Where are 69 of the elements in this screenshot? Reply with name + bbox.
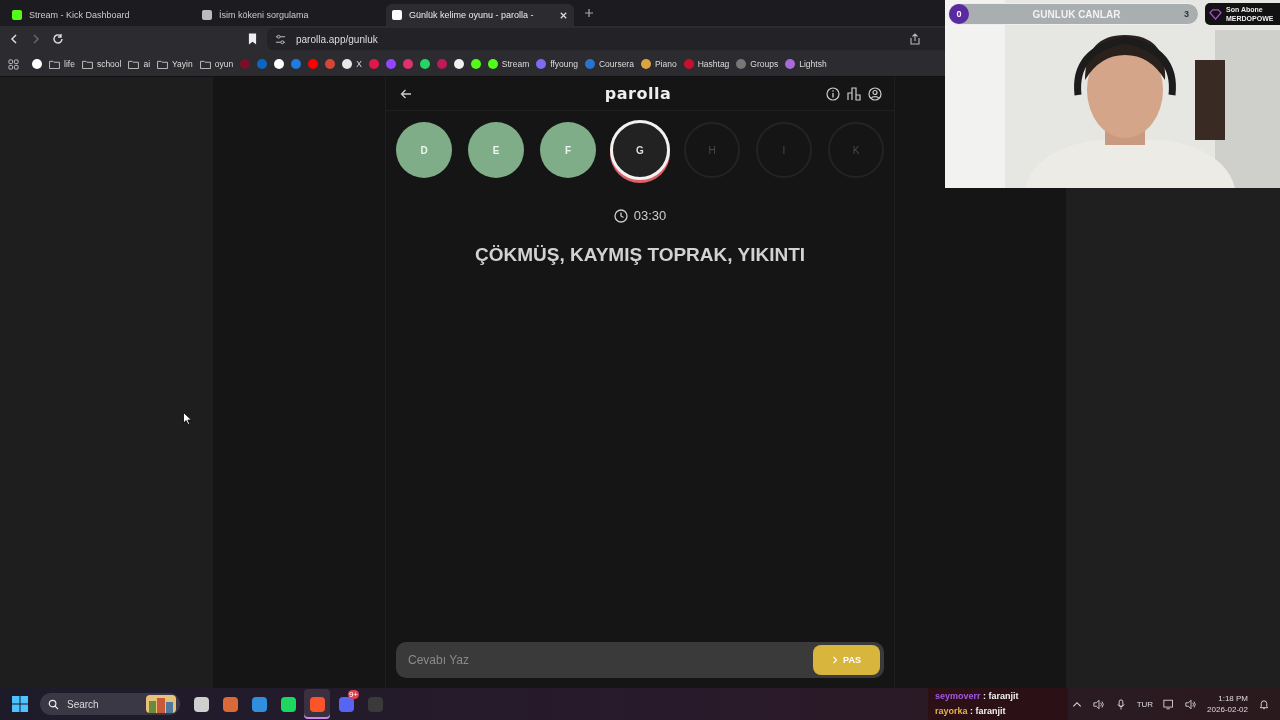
folder-icon xyxy=(199,59,211,69)
clock-date: 2026-02-02 xyxy=(1207,704,1248,715)
close-icon[interactable] xyxy=(559,10,568,20)
lives-title: GUNLUK CANLAR xyxy=(1031,8,1122,20)
chat-message: rayorka : faranjit xyxy=(935,705,1007,718)
bookmark-item[interactable]: Coursera xyxy=(584,59,634,69)
chart-icon[interactable] xyxy=(847,86,861,101)
settings-icon xyxy=(275,33,286,45)
forward-icon[interactable] xyxy=(30,33,42,45)
language-indicator[interactable]: TUR xyxy=(1136,699,1154,709)
bookmark-item[interactable]: ai xyxy=(128,59,151,69)
cursor-icon xyxy=(183,412,193,426)
address-field[interactable]: parolla.app/gunluk xyxy=(267,28,945,50)
share-icon[interactable] xyxy=(909,33,921,45)
diamond-icon xyxy=(1209,8,1222,20)
circle-icon[interactable] xyxy=(32,59,42,69)
circle-icon[interactable] xyxy=(274,59,285,69)
bookmark-icon[interactable] xyxy=(248,33,257,45)
chevron-icon xyxy=(832,656,839,664)
timer-text: 03:30 xyxy=(633,208,667,223)
letter-circle: G xyxy=(610,120,670,180)
bookmark-item[interactable]: Lightsh xyxy=(785,59,827,69)
taskbar-app[interactable]: 9+ xyxy=(333,689,359,719)
circle-icon[interactable] xyxy=(419,59,430,69)
clue-text: ÇÖKMÜŞ, KAYMIŞ TOPRAK, YIKINTI xyxy=(473,244,807,266)
bookmark-item[interactable]: X xyxy=(342,59,362,69)
bookmark-item[interactable]: Piano xyxy=(640,59,677,69)
folder-icon xyxy=(128,59,140,69)
back-icon[interactable] xyxy=(8,33,20,45)
lives-count: 0 xyxy=(949,4,969,24)
apps-icon[interactable] xyxy=(8,58,19,70)
bell-icon[interactable] xyxy=(1258,698,1270,710)
bookmark-item[interactable]: Yayin xyxy=(157,59,193,69)
letter-circle: D xyxy=(396,122,452,178)
back-arrow-icon[interactable] xyxy=(400,87,412,100)
bookmark-item[interactable]: ffyoung xyxy=(536,59,578,69)
browser-tab[interactable]: Günlük kelime oyunu - parolla - xyxy=(386,4,574,26)
folder-icon xyxy=(157,59,169,69)
letter-circle: F xyxy=(540,122,596,178)
search-icon xyxy=(48,698,59,710)
folder-icon xyxy=(81,59,93,69)
logo: parolla xyxy=(604,84,672,103)
folder-icon xyxy=(49,59,60,69)
browser-tab[interactable]: Stream - Kick Dashboard xyxy=(6,4,194,26)
circle-icon[interactable] xyxy=(470,59,481,69)
letter-circle: E xyxy=(468,122,524,178)
speaker-icon[interactable] xyxy=(1092,698,1105,710)
lives-total: 3 xyxy=(1184,9,1189,19)
bookmark-item[interactable]: Groups xyxy=(736,59,779,69)
windows-icon[interactable] xyxy=(12,696,28,712)
bookmark-item[interactable]: Hashtag xyxy=(683,59,730,69)
taskbar-app[interactable] xyxy=(304,689,330,719)
bookmark-item[interactable]: school xyxy=(81,59,122,69)
browser-tab[interactable]: İsim kökeni sorgulama xyxy=(196,4,384,26)
bookmark-item[interactable]: Stream xyxy=(487,59,530,69)
info-icon[interactable] xyxy=(826,86,840,101)
search-field[interactable]: Search xyxy=(40,693,180,715)
bookmark-item[interactable]: oyun xyxy=(199,59,234,69)
reload-icon[interactable] xyxy=(52,33,64,45)
clock-icon xyxy=(613,208,628,223)
bookmark-item[interactable]: life xyxy=(49,59,75,69)
new-tab-icon[interactable] xyxy=(584,8,594,18)
circle-icon[interactable] xyxy=(453,59,464,69)
user-icon[interactable] xyxy=(868,86,882,101)
notification-badge: 9+ xyxy=(347,690,359,699)
speaker-icon[interactable] xyxy=(1185,698,1198,710)
monitor-icon[interactable] xyxy=(1163,698,1176,710)
chat-message: seymoverr : faranjit xyxy=(935,690,1020,703)
clock-time: 1:18 PM xyxy=(1218,693,1248,704)
